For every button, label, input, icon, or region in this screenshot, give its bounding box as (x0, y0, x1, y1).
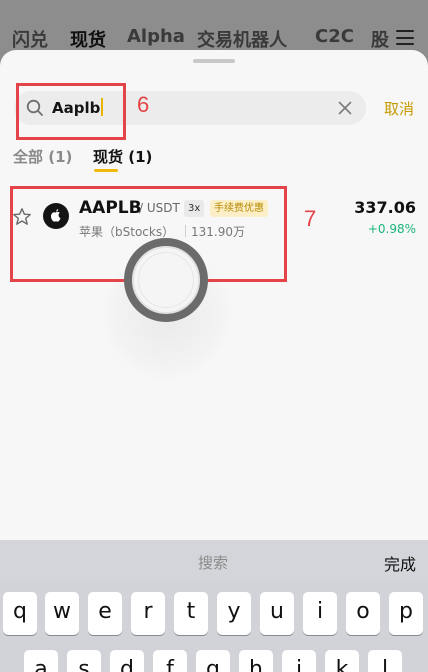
key-r[interactable]: r (131, 592, 165, 635)
key-l[interactable]: l (368, 650, 402, 672)
key-a[interactable]: a (24, 650, 58, 672)
tab-spot[interactable]: 现货 (70, 26, 106, 52)
tab-c2c[interactable]: C2C (315, 26, 354, 47)
loading-spinner (124, 238, 208, 322)
key-u[interactable]: u (260, 592, 294, 635)
key-o[interactable]: o (346, 592, 380, 635)
filter-spot[interactable]: 现货 (1) (93, 146, 152, 167)
clear-icon[interactable] (338, 101, 352, 115)
key-p[interactable]: p (389, 592, 423, 635)
key-s[interactable]: s (67, 650, 101, 672)
annotation-number-6: 6 (137, 92, 150, 117)
key-y[interactable]: y (217, 592, 251, 635)
key-j[interactable]: j (282, 650, 316, 672)
tab-trading-bots[interactable]: 交易机器人 (197, 26, 287, 52)
key-w[interactable]: w (45, 592, 79, 635)
key-t[interactable]: t (174, 592, 208, 635)
key-k[interactable]: k (325, 650, 359, 672)
key-q[interactable]: q (3, 592, 37, 635)
key-e[interactable]: e (88, 592, 122, 635)
tab-stocks[interactable]: 股 (371, 26, 389, 52)
key-d[interactable]: d (110, 650, 144, 672)
filter-tabs: 全部 (1) 现货 (1) (0, 142, 428, 172)
cancel-button[interactable]: 取消 (384, 98, 414, 119)
done-button[interactable]: 完成 (384, 551, 416, 575)
key-h[interactable]: h (239, 650, 273, 672)
key-i[interactable]: i (303, 592, 337, 635)
change-label: +0.98% (367, 222, 416, 236)
keyboard-toolbar: 搜索 完成 (0, 540, 428, 582)
keyboard: q w e r t y u i o p a s d f g h j k l (0, 582, 428, 672)
sheet-grabber[interactable] (193, 59, 235, 63)
annotation-number-7: 7 (304, 206, 317, 231)
price-label: 337.06 (354, 198, 416, 217)
tab-alpha[interactable]: Alpha (127, 26, 185, 47)
key-f[interactable]: f (153, 650, 187, 672)
menu-icon[interactable] (396, 30, 414, 45)
filter-all[interactable]: 全部 (1) (13, 146, 72, 167)
keyboard-toolbar-label: 搜索 (198, 554, 229, 572)
active-tab-underline (94, 169, 118, 172)
key-g[interactable]: g (196, 650, 230, 672)
tab-convert[interactable]: 闪兑 (12, 26, 48, 52)
annotation-box-search (16, 83, 126, 140)
